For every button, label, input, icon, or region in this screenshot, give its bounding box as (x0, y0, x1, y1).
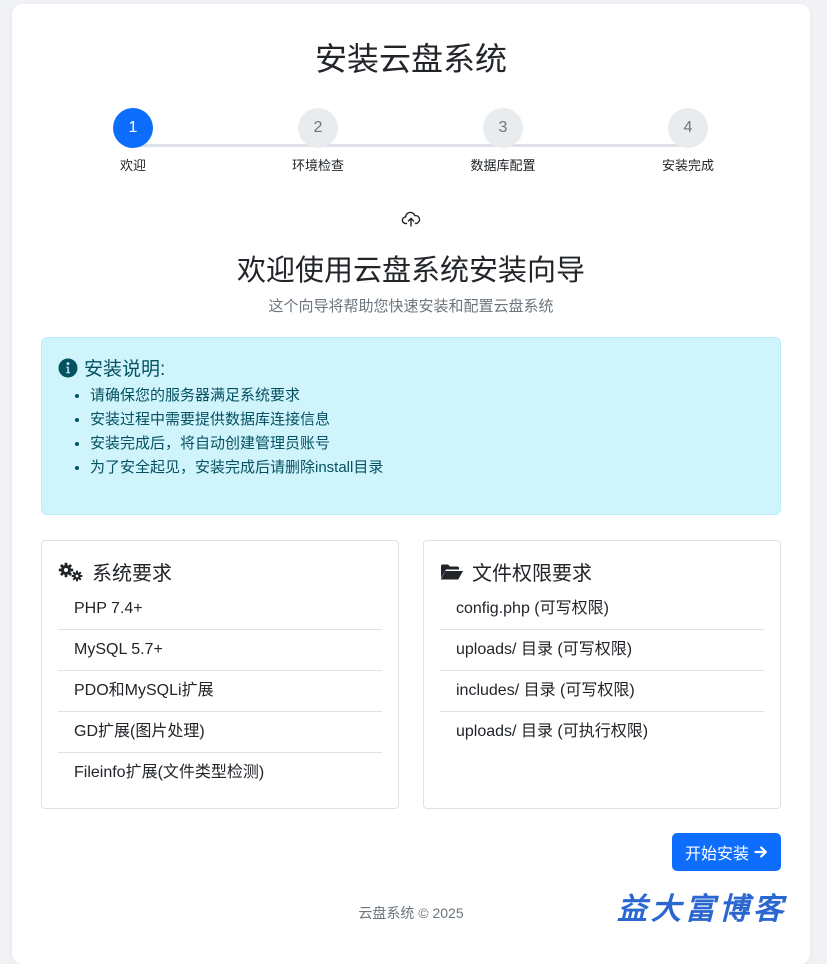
folder-open-icon (440, 564, 463, 579)
welcome-subtitle: 这个向导将帮助您快速安装和配置云盘系统 (268, 298, 554, 315)
gears-icon (58, 562, 83, 581)
step-circle: 3 (483, 108, 523, 148)
page-title: 安装云盘系统 (314, 41, 507, 77)
install-card: 安装云盘系统 1 欢迎 2 环境检查 3 数据库配置 4 安装完成 欢迎使用云盘… (12, 4, 810, 964)
system-requirements-title: 系统要求 (92, 563, 172, 585)
step-3: 3 数据库配置 (438, 108, 568, 174)
list-item: Fileinfo扩展(文件类型检测) (74, 764, 265, 781)
install-notice: 安装说明: 请确保您的服务器满足系统要求 安装过程中需要提供数据库连接信息 安装… (41, 337, 781, 515)
list-item: 安装完成后，将自动创建管理员账号 (90, 432, 383, 456)
list-item: PDO和MySQLi扩展 (58, 671, 382, 712)
step-circle: 2 (298, 108, 338, 148)
list-item: MySQL 5.7+ (58, 630, 382, 671)
step-4: 4 安装完成 (623, 108, 753, 174)
file-permissions-list: config.php (可写权限) uploads/ 目录 (可写权限) inc… (440, 589, 764, 752)
step-label: 数据库配置 (470, 158, 536, 173)
list-item: uploads/ 目录 (可写权限) (440, 630, 764, 671)
list-item: PHP 7.4+ (58, 589, 382, 630)
cloud-upload-icon (401, 211, 421, 227)
list-item: includes/ 目录 (可写权限) (440, 671, 764, 712)
list-item: uploads/ 目录 (可执行权限) (456, 723, 649, 740)
system-requirements-card: 系统要求 PHP 7.4+ MySQL 5.7+ PDO和MySQLi扩展 GD… (41, 540, 399, 809)
stepper-line (134, 144, 688, 147)
list-item: config.php (可写权限) (440, 589, 764, 630)
step-2: 2 环境检查 (253, 108, 383, 174)
list-item: 安装过程中需要提供数据库连接信息 (90, 408, 383, 432)
info-circle-icon (58, 358, 78, 377)
step-label: 安装完成 (661, 158, 714, 173)
welcome-title: 欢迎使用云盘系统安装向导 (236, 255, 585, 287)
start-install-button[interactable]: 开始安装 (672, 833, 781, 871)
list-item: GD扩展(图片处理) (58, 712, 382, 753)
watermark-text: 益大富博客 (617, 892, 787, 927)
step-circle: 4 (668, 108, 708, 148)
file-permissions-heading: 文件权限要求 (440, 557, 592, 586)
step-circle: 1 (113, 108, 153, 148)
notice-heading: 安装说明: (58, 354, 165, 381)
system-requirements-heading: 系统要求 (58, 557, 172, 586)
list-item: 为了安全起见，安装完成后请删除install目录 (90, 456, 383, 480)
step-label: 欢迎 (119, 158, 146, 173)
step-label: 环境检查 (291, 158, 344, 173)
install-stepper: 1 欢迎 2 环境检查 3 数据库配置 4 安装完成 (12, 108, 810, 178)
start-install-label: 开始安装 (684, 846, 749, 863)
list-item: 请确保您的服务器满足系统要求 (90, 384, 383, 408)
file-permissions-card: 文件权限要求 config.php (可写权限) uploads/ 目录 (可写… (423, 540, 781, 809)
step-1: 1 欢迎 (68, 108, 198, 174)
file-permissions-title: 文件权限要求 (472, 563, 592, 585)
system-requirements-list: PHP 7.4+ MySQL 5.7+ PDO和MySQLi扩展 GD扩展(图片… (58, 589, 382, 793)
notice-heading-text: 安装说明: (84, 359, 166, 380)
arrow-right-icon (754, 846, 767, 858)
notice-list: 请确保您的服务器满足系统要求 安装过程中需要提供数据库连接信息 安装完成后，将自… (42, 384, 383, 480)
